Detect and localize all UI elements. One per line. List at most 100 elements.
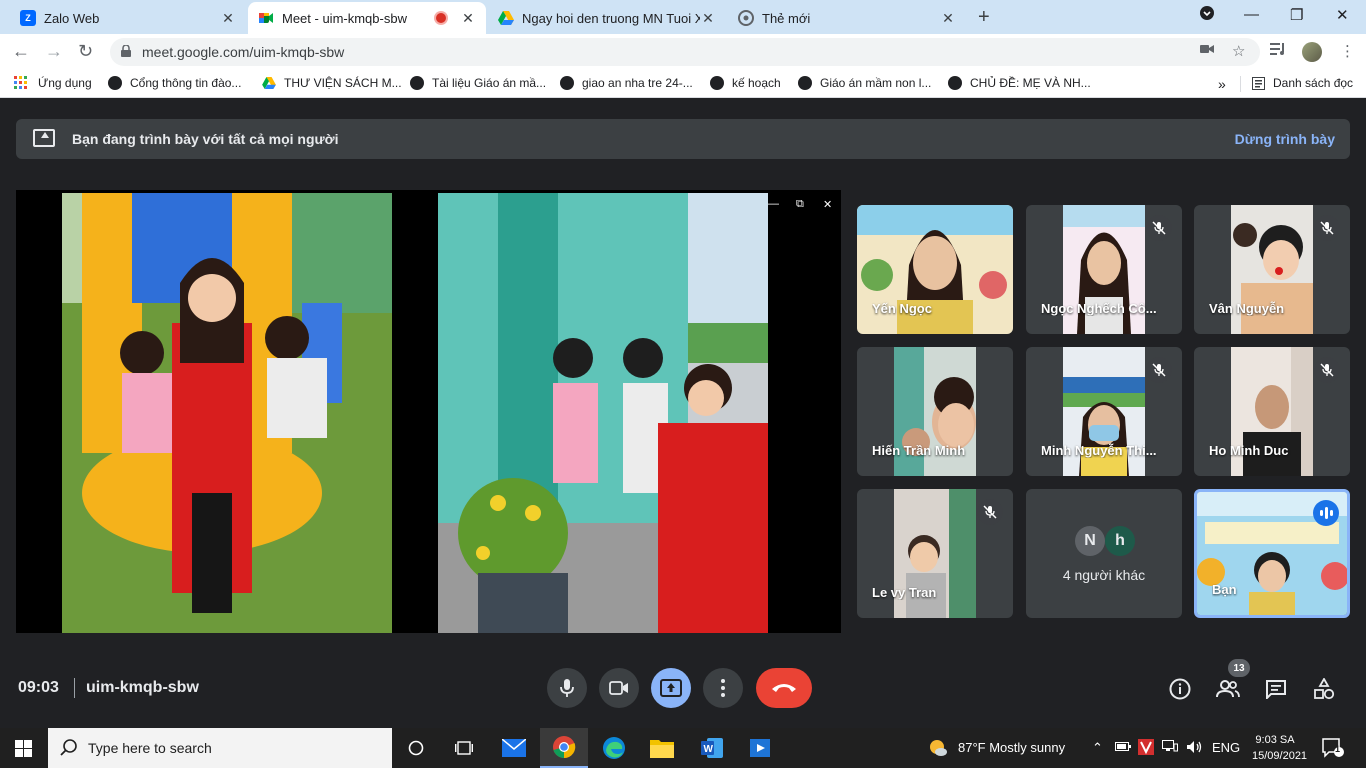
participant-tile[interactable]: Le vy Tran bbox=[857, 489, 1013, 618]
self-tile[interactable]: Bạn bbox=[1194, 489, 1350, 618]
globe-icon bbox=[108, 76, 122, 90]
reading-list-icon bbox=[1252, 76, 1265, 90]
others-avatar: N bbox=[1075, 526, 1105, 556]
meeting-controls-bar: 09:03 uim-kmqb-sbw 13 bbox=[0, 653, 1366, 723]
participant-tile[interactable]: Ngọc Nghếch Cô... bbox=[1026, 205, 1182, 334]
taskbar-clock[interactable]: 9:03 SA 15/09/2021 bbox=[1252, 732, 1307, 764]
media-controls-icon[interactable] bbox=[1270, 42, 1286, 60]
lock-icon bbox=[121, 45, 131, 57]
bookmark-star-icon[interactable]: ☆ bbox=[1232, 42, 1245, 60]
presentation-stage[interactable]: — ⧉ ✕ bbox=[16, 190, 841, 633]
profile-avatar[interactable] bbox=[1302, 42, 1322, 62]
volume-icon[interactable] bbox=[1186, 740, 1204, 757]
bookmark-item[interactable]: kế hoạch bbox=[710, 76, 781, 90]
chrome-icon bbox=[738, 10, 754, 26]
others-tile[interactable]: N h 4 người khác bbox=[1026, 489, 1182, 618]
muted-mic-icon bbox=[1314, 357, 1340, 383]
apps-grid-icon bbox=[14, 76, 27, 89]
tab-meet[interactable]: Meet - uim-kmqb-sbw ✕ bbox=[248, 2, 486, 34]
weather-text[interactable]: 87°F Mostly sunny bbox=[958, 740, 1065, 755]
participant-tile[interactable]: Ho Minh Duc bbox=[1194, 347, 1350, 476]
tab-title: Meet - uim-kmqb-sbw bbox=[282, 10, 407, 26]
participant-tile[interactable]: Minh Nguyễn Thi... bbox=[1026, 347, 1182, 476]
minimize-presentation-icon[interactable]: — bbox=[768, 198, 779, 210]
camera-in-use-icon[interactable] bbox=[1200, 42, 1214, 59]
video-player-icon[interactable] bbox=[736, 728, 784, 768]
microphone-button[interactable] bbox=[547, 668, 587, 708]
tab-title: Zalo Web bbox=[44, 10, 100, 26]
browser-tab-bar: Z Zalo Web ✕ Meet - uim-kmqb-sbw ✕ Ngay … bbox=[0, 0, 1366, 34]
close-icon[interactable]: ✕ bbox=[460, 10, 476, 27]
participant-tile[interactable]: Yến Ngọc bbox=[857, 205, 1013, 334]
reading-list-button[interactable]: Danh sách đọc bbox=[1252, 76, 1353, 90]
edge-app-icon[interactable] bbox=[590, 728, 638, 768]
tab-search-icon[interactable] bbox=[1200, 6, 1214, 24]
presentation-photo-left bbox=[62, 193, 392, 633]
antivirus-icon[interactable] bbox=[1138, 739, 1154, 758]
task-view-cortana-icon[interactable] bbox=[392, 728, 440, 768]
close-window-icon[interactable]: ✕ bbox=[1336, 6, 1349, 24]
people-icon[interactable] bbox=[1215, 676, 1241, 702]
leave-call-button[interactable] bbox=[756, 668, 812, 708]
bookmark-item[interactable]: Giáo án mầm non l... bbox=[798, 76, 931, 90]
participant-tile[interactable]: Hiến Trần Minh bbox=[857, 347, 1013, 476]
taskbar-search-input[interactable]: Type here to search bbox=[48, 728, 392, 768]
participant-count-badge: 13 bbox=[1228, 659, 1250, 677]
bookmark-item[interactable]: Cổng thông tin đào... bbox=[108, 76, 241, 90]
close-presentation-icon[interactable]: ✕ bbox=[823, 198, 832, 211]
meeting-details-icon[interactable] bbox=[1167, 676, 1193, 702]
address-bar[interactable]: meet.google.com/uim-kmqb-sbw bbox=[110, 38, 1260, 66]
tab-google-drive[interactable]: Ngay hoi den truong MN Tuoi Xanh ✕ bbox=[488, 2, 726, 34]
presentation-photo-right bbox=[438, 193, 768, 633]
meet-main: Bạn đang trình bày với tất cả mọi người … bbox=[0, 103, 1366, 728]
show-hidden-icons-icon[interactable]: ⌃ bbox=[1092, 740, 1103, 756]
self-name: Bạn bbox=[1212, 582, 1237, 597]
back-icon[interactable]: ← bbox=[12, 41, 30, 62]
battery-icon[interactable] bbox=[1115, 740, 1131, 755]
file-explorer-icon[interactable] bbox=[638, 728, 686, 768]
weather-icon[interactable] bbox=[928, 738, 948, 761]
close-icon[interactable]: ✕ bbox=[700, 10, 716, 27]
participant-name: Le vy Tran bbox=[872, 585, 937, 600]
minimize-icon[interactable]: — bbox=[1244, 6, 1259, 23]
taskbar-time: 9:03 SA bbox=[1255, 734, 1295, 746]
bookmark-item[interactable]: THƯ VIỆN SÁCH M... bbox=[262, 76, 402, 90]
more-options-button[interactable] bbox=[703, 668, 743, 708]
windows-start-icon[interactable] bbox=[15, 740, 32, 757]
tab-zalo-web[interactable]: Z Zalo Web ✕ bbox=[10, 2, 246, 34]
notifications-icon[interactable] bbox=[1322, 738, 1344, 761]
participant-name: Ho Minh Duc bbox=[1209, 443, 1289, 458]
more-bookmarks-icon[interactable]: » bbox=[1218, 76, 1226, 92]
restore-icon[interactable]: ❐ bbox=[1290, 6, 1303, 24]
word-app-icon[interactable]: W bbox=[688, 728, 736, 768]
bookmark-item[interactable]: giao an nha tre 24-... bbox=[560, 76, 693, 90]
chrome-app-icon[interactable] bbox=[540, 728, 588, 768]
muted-mic-icon bbox=[1314, 215, 1340, 241]
windows-taskbar: Type here to search W 87°F Mostly sunny … bbox=[0, 728, 1366, 768]
bookmark-item[interactable]: Tài liệu Giáo án mầ... bbox=[410, 76, 546, 90]
chat-icon[interactable] bbox=[1263, 676, 1289, 702]
google-drive-icon bbox=[498, 10, 514, 26]
mail-app-icon[interactable] bbox=[490, 728, 538, 768]
bookmark-apps[interactable]: Ứng dụng bbox=[14, 76, 92, 90]
activities-icon[interactable] bbox=[1311, 676, 1337, 702]
recording-indicator-icon bbox=[436, 13, 446, 23]
url-text: meet.google.com/uim-kmqb-sbw bbox=[142, 44, 345, 60]
close-icon[interactable]: ✕ bbox=[220, 10, 236, 27]
forward-icon[interactable]: → bbox=[45, 41, 63, 62]
close-icon[interactable]: ✕ bbox=[940, 10, 956, 27]
menu-icon[interactable]: ⋮ bbox=[1340, 42, 1355, 60]
new-tab-icon[interactable]: + bbox=[978, 6, 990, 29]
participant-tile[interactable]: Vân Nguyễn bbox=[1194, 205, 1350, 334]
bookmark-item[interactable]: CHỦ ĐỀ: MẸ VÀ NH... bbox=[948, 76, 1091, 90]
task-view-icon[interactable] bbox=[440, 728, 488, 768]
tab-new-tab[interactable]: Thẻ mới ✕ bbox=[728, 2, 966, 34]
present-now-button[interactable] bbox=[651, 668, 691, 708]
camera-button[interactable] bbox=[599, 668, 639, 708]
network-icon[interactable] bbox=[1162, 740, 1178, 755]
expand-presentation-icon[interactable]: ⧉ bbox=[796, 198, 804, 211]
input-language[interactable]: ENG bbox=[1212, 740, 1240, 755]
others-label: 4 người khác bbox=[1062, 567, 1146, 583]
reload-icon[interactable]: ↻ bbox=[78, 41, 93, 62]
stop-presenting-button[interactable]: Dừng trình bày bbox=[1235, 131, 1335, 147]
